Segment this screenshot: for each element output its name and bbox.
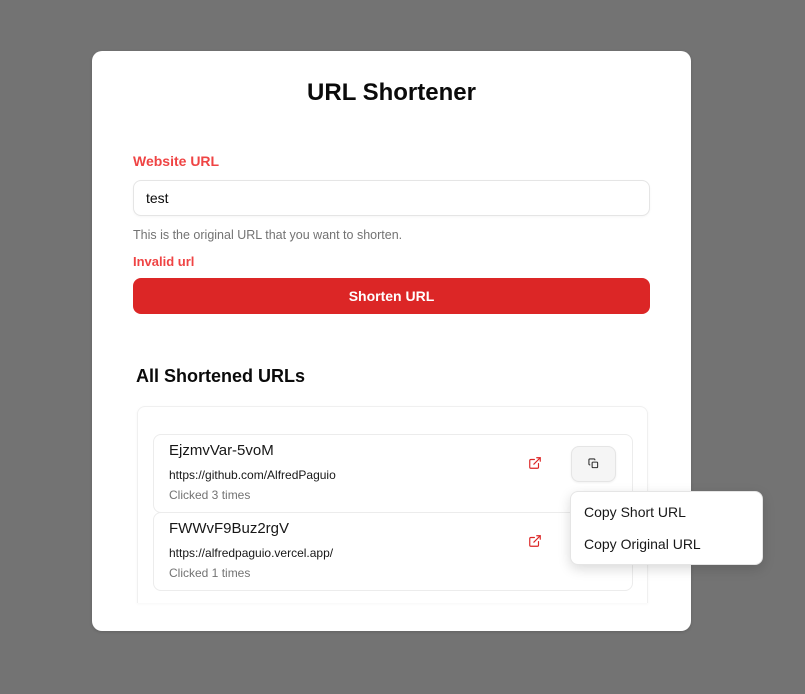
external-link-icon[interactable] [528, 534, 544, 550]
copy-icon [588, 458, 599, 469]
page-title: URL Shortener [307, 79, 476, 106]
shortened-urls-heading: All Shortened URLs [136, 366, 306, 386]
original-url: https://alfredpaguio.vercel.app/ [169, 546, 334, 560]
external-link-icon[interactable] [528, 456, 544, 472]
list-item: FWWvF9Buz2rgV https://alfredpaguio.verce… [153, 512, 633, 591]
website-url-input[interactable] [133, 180, 650, 216]
short-code: EjzmvVar-5voM [169, 442, 274, 459]
copy-original-url-menu-item[interactable]: Copy Original URL [584, 536, 701, 552]
website-url-label: Website URL [133, 153, 220, 169]
copy-short-url-menu-item[interactable]: Copy Short URL [584, 504, 686, 520]
list-item: EjzmvVar-5voM https://github.com/AlfredP… [153, 434, 633, 513]
click-count: Clicked 1 times [169, 566, 251, 580]
short-code: FWWvF9Buz2rgV [169, 520, 290, 537]
website-url-helper-text: This is the original URL that you want t… [133, 228, 403, 242]
original-url: https://github.com/AlfredPaguio [169, 468, 336, 482]
click-count: Clicked 3 times [169, 488, 251, 502]
copy-menu-button[interactable] [571, 446, 616, 482]
shorten-url-button[interactable]: Shorten URL [133, 278, 650, 314]
validation-error: Invalid url [133, 254, 195, 269]
copy-context-menu: Copy Short URL Copy Original URL [570, 491, 763, 565]
